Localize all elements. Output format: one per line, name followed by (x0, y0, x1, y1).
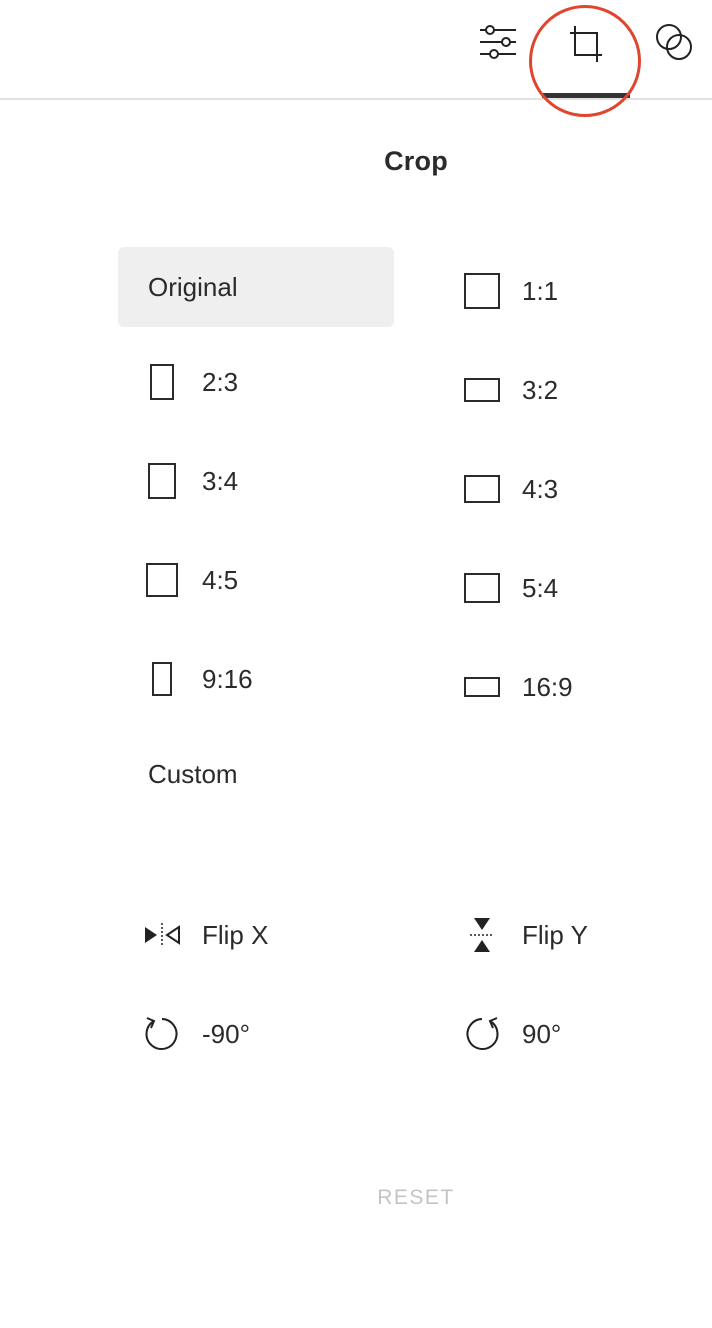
ratio-option-3-2[interactable]: 3:2 (452, 360, 558, 420)
ratio-option-4-5[interactable]: 4:5 (132, 550, 238, 610)
flip-x-button[interactable]: Flip X (132, 905, 268, 965)
portrait-frame-icon (152, 662, 172, 696)
crop-icon (570, 26, 602, 62)
flip-y-button[interactable]: Flip Y (452, 905, 588, 965)
action-label: Flip Y (522, 919, 588, 950)
ratio-option-2-3[interactable]: 2:3 (132, 352, 238, 412)
action-label: Flip X (202, 919, 269, 950)
ratio-label: 1:1 (522, 275, 559, 306)
action-label: -90° (202, 1018, 250, 1049)
landscape-frame-icon (464, 677, 500, 697)
ratio-option-custom[interactable]: Custom (148, 752, 238, 796)
ratio-label: 9:16 (202, 663, 253, 694)
landscape-frame-icon (464, 378, 500, 402)
rotate-left-button[interactable]: -90° (132, 1004, 250, 1064)
crop-tool-button[interactable] (556, 14, 616, 74)
rotate-counterclockwise-icon (145, 1017, 178, 1050)
ratio-label: Original (148, 271, 238, 302)
ratio-label: 4:5 (202, 564, 239, 595)
flip-vertical-icon (470, 918, 494, 952)
ratio-label: 3:4 (202, 465, 239, 496)
editor-toolbar (0, 0, 712, 100)
active-tab-indicator (542, 93, 630, 98)
rotate-right-button[interactable]: 90° (452, 1004, 561, 1064)
reset-button[interactable]: RESET (0, 1186, 712, 1210)
portrait-frame-icon (146, 563, 178, 597)
landscape-frame-icon (464, 475, 500, 503)
ratio-option-original[interactable]: Original (118, 247, 394, 327)
ratio-label: 5:4 (522, 572, 559, 603)
ratio-label: 16:9 (522, 671, 573, 702)
panel-title: Crop (384, 146, 448, 176)
ratio-option-9-16[interactable]: 9:16 (132, 649, 253, 709)
adjust-tool-button[interactable] (472, 16, 524, 68)
flip-horizontal-icon (145, 923, 180, 947)
ratio-option-3-4[interactable]: 3:4 (132, 451, 238, 511)
rotate-clockwise-icon (466, 1017, 499, 1050)
square-frame-icon (464, 273, 500, 309)
ratio-option-1-1[interactable]: 1:1 (452, 261, 558, 321)
filters-tool-button[interactable] (648, 16, 700, 68)
ratio-label: 4:3 (522, 473, 559, 504)
landscape-frame-icon (464, 573, 500, 603)
ratio-option-16-9[interactable]: 16:9 (452, 657, 573, 717)
action-label: 90° (522, 1018, 562, 1049)
ratio-label: Custom (148, 758, 238, 789)
overlapping-circles-icon (656, 24, 692, 60)
ratio-option-5-4[interactable]: 5:4 (452, 558, 558, 618)
ratio-option-4-3[interactable]: 4:3 (452, 459, 558, 519)
sliders-icon (480, 25, 516, 59)
portrait-frame-icon (150, 364, 174, 400)
portrait-frame-icon (148, 463, 176, 499)
ratio-label: 2:3 (202, 366, 239, 397)
ratio-label: 3:2 (522, 374, 559, 405)
